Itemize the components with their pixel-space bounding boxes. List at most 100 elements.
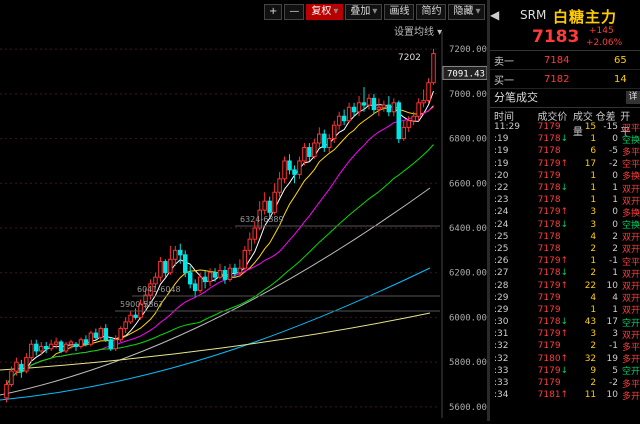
tick-row: :32 7180↑ 32 19 多开 bbox=[490, 353, 640, 366]
arrow-up-icon: ↑ bbox=[560, 280, 569, 291]
arrow-down-icon: ↓ bbox=[560, 365, 569, 376]
tick-time: :24 bbox=[494, 219, 509, 230]
tick-volume: 1 bbox=[590, 195, 597, 206]
tick-row: :24 7178↓ 3 0 空换 bbox=[490, 219, 640, 232]
tick-row: :25 7178 4 2 双开 bbox=[490, 231, 640, 244]
tick-oi: 5 bbox=[612, 365, 618, 376]
arrow-up-icon: ↑ bbox=[560, 353, 569, 364]
back-arrow-icon[interactable]: ◀ bbox=[490, 8, 499, 22]
tick-row: :19 7178 6 -5 多平 bbox=[490, 145, 640, 158]
overlay-label: 叠加 bbox=[350, 6, 371, 17]
chart-toolbar: + — 复权▾ 叠加▾ 画线 简约 隐藏▾ ? bbox=[264, 4, 503, 20]
tick-price-value: 7179 bbox=[537, 256, 561, 267]
current-price-value: 7091.43 bbox=[447, 69, 485, 79]
ticks-title-label: 分笔成交 bbox=[494, 91, 538, 104]
simple-mode-button[interactable]: 简约 bbox=[416, 4, 447, 20]
range-annotation: 5900-5867 bbox=[120, 300, 164, 309]
candle-body bbox=[292, 169, 297, 175]
candle-body bbox=[153, 276, 158, 285]
tick-price-value: 7178 bbox=[537, 231, 561, 242]
zoom-in-button[interactable]: + bbox=[264, 4, 283, 20]
tick-price: 7179 bbox=[538, 305, 574, 315]
kline-chart[interactable]: 7200.00 7000.00 6800.00 6600.00 6400.00 6200.… bbox=[0, 0, 488, 421]
tick-oi: 10 bbox=[606, 280, 618, 291]
tick-row: :32 7179 2 -1 多平 bbox=[490, 340, 640, 353]
draw-line-button[interactable]: 画线 bbox=[384, 4, 415, 20]
tick-oi: 10 bbox=[606, 390, 618, 401]
tick-oi: 19 bbox=[606, 353, 618, 364]
ticks-list[interactable]: 11:29 7179 15 -15 双平:19 7178↓ 1 0 空换:19 7178 6 -5 多平… bbox=[490, 121, 640, 402]
ask-row: 卖一 7184 65 bbox=[490, 51, 640, 70]
tick-type: 双开 bbox=[621, 184, 640, 195]
tick-price: 7179 bbox=[538, 122, 574, 132]
candle-body bbox=[262, 200, 267, 211]
ask-price: 7184 bbox=[544, 54, 570, 66]
candle-body bbox=[163, 261, 168, 274]
tick-type: 双平 bbox=[621, 123, 640, 134]
tick-volume: 15 bbox=[584, 122, 597, 133]
adjust-button[interactable]: 复权 ▾ bbox=[306, 4, 344, 20]
ask-volume: 65 bbox=[614, 54, 627, 66]
tick-row: :29 7179 4 4 双开 bbox=[490, 292, 640, 305]
candle-body bbox=[406, 120, 411, 128]
y-tick-label: 7000.00 bbox=[449, 90, 487, 100]
candle-body bbox=[113, 339, 118, 350]
candle-body bbox=[307, 147, 312, 157]
tick-type: 多开 bbox=[621, 355, 640, 366]
tick-price: 7179 bbox=[538, 171, 574, 181]
candle-body bbox=[63, 343, 69, 352]
tick-price-value: 7179 bbox=[537, 304, 561, 315]
detail-button[interactable]: 详 bbox=[626, 91, 640, 104]
tick-price: 7178↓ bbox=[538, 134, 574, 144]
tick-volume: 1 bbox=[590, 134, 597, 145]
candle-body bbox=[351, 106, 357, 113]
candle-body bbox=[202, 276, 208, 283]
tick-row: :27 7178↓ 2 1 双开 bbox=[490, 267, 640, 280]
candle-body bbox=[267, 200, 272, 213]
candle-body bbox=[58, 341, 64, 352]
zoom-out-button[interactable]: — bbox=[284, 4, 305, 20]
tick-price-value: 7178 bbox=[537, 134, 561, 145]
tick-price-value: 7179 bbox=[537, 207, 561, 218]
arrow-down-icon: ↓ bbox=[560, 268, 569, 279]
tick-type: 多换 bbox=[621, 208, 640, 219]
overlay-button[interactable]: 叠加 ▾ bbox=[345, 4, 383, 20]
col-price: 成交价 bbox=[537, 112, 568, 123]
tick-row: :23 7178 1 1 双开 bbox=[490, 194, 640, 207]
candle-body bbox=[302, 147, 307, 162]
tick-oi: 1 bbox=[612, 304, 618, 315]
candle-body bbox=[83, 339, 89, 345]
tick-row: :30 7178↓ 43 17 空开 bbox=[490, 316, 640, 329]
arrow-up-icon: ↑ bbox=[560, 390, 569, 401]
ma120-line bbox=[0, 187, 431, 396]
tick-row: :19 7178↓ 1 0 空换 bbox=[490, 133, 640, 146]
tick-price-value: 7178 bbox=[537, 317, 561, 328]
tick-row: :22 7178↓ 1 1 双开 bbox=[490, 182, 640, 195]
candle-body bbox=[212, 272, 218, 278]
last-price: 7183 bbox=[532, 27, 580, 47]
tick-oi: 3 bbox=[612, 329, 618, 340]
tick-type: 多平 bbox=[621, 379, 640, 390]
tick-time: :27 bbox=[494, 268, 509, 279]
candle-body bbox=[68, 341, 74, 345]
candle-body bbox=[242, 249, 248, 269]
y-tick-label: 7200.00 bbox=[449, 45, 487, 55]
candle-body bbox=[386, 104, 392, 113]
y-tick-label: 6600.00 bbox=[449, 179, 487, 189]
candle-body bbox=[187, 272, 193, 285]
tick-price-value: 7179 bbox=[537, 170, 561, 181]
tick-oi: 1 bbox=[612, 268, 618, 279]
ma-settings-link[interactable]: 设置均线 ▾ bbox=[394, 23, 442, 38]
tick-type: 双开 bbox=[621, 294, 640, 305]
tick-volume: 4 bbox=[590, 231, 597, 242]
candle-body bbox=[421, 100, 426, 104]
tick-price: 7180↑ bbox=[538, 354, 574, 364]
tick-price-value: 7179 bbox=[537, 292, 561, 303]
hide-button[interactable]: 隐藏 ▾ bbox=[448, 4, 486, 20]
candle-body bbox=[173, 249, 178, 260]
ticks-header: 时间 成交价 成交量 仓差 开平 bbox=[490, 108, 640, 138]
kline-chart-pane[interactable]: 7200.00 7000.00 6800.00 6600.00 6400.00 6200.… bbox=[0, 0, 503, 421]
arrow-up-icon: ↑ bbox=[560, 256, 569, 267]
tick-volume: 9 bbox=[590, 365, 597, 376]
quote-header: ◀ SRM 白糖主力 7183 +145 +2.06% bbox=[490, 0, 640, 51]
